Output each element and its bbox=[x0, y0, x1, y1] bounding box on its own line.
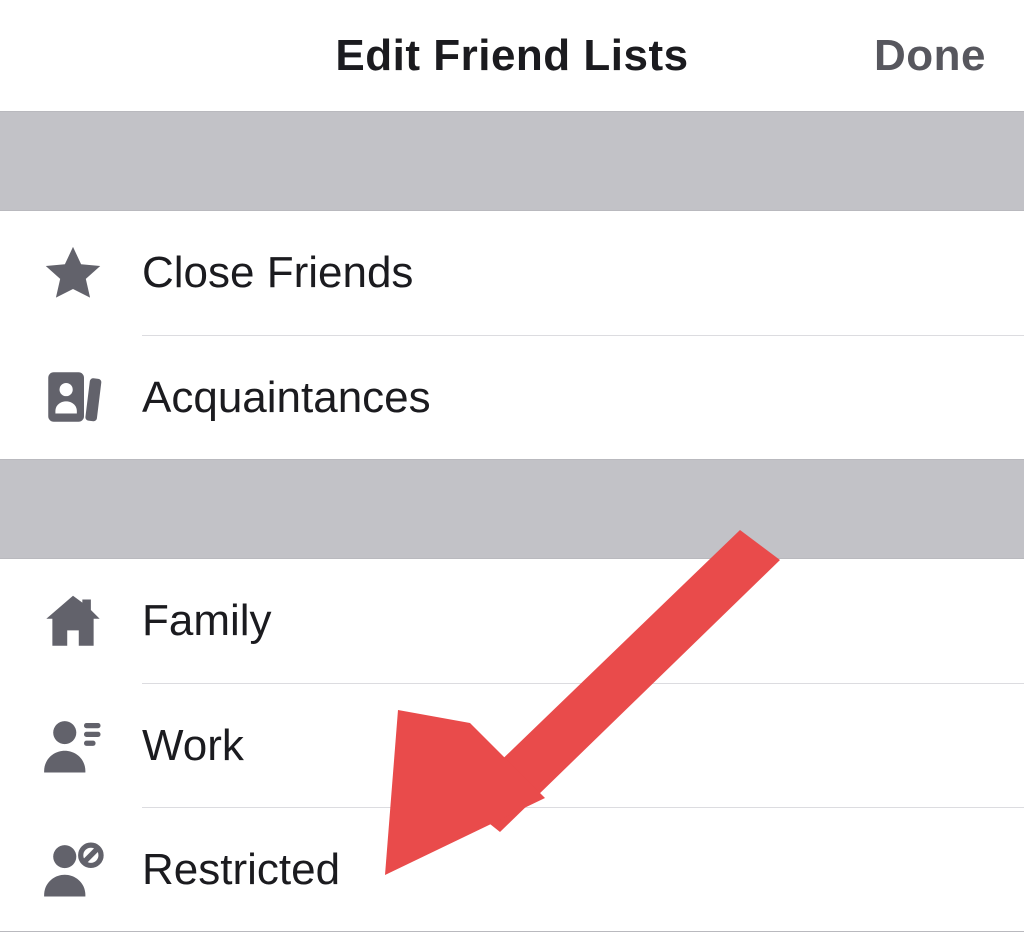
list-item-label: Close Friends bbox=[142, 248, 413, 298]
list-group-1: Close Friends Acquaintances bbox=[0, 210, 1024, 460]
spacer bbox=[0, 112, 1024, 210]
list-item-label: Work bbox=[142, 721, 244, 771]
badge-icon bbox=[40, 364, 106, 430]
list-item-restricted[interactable]: Restricted bbox=[0, 807, 1024, 931]
list-item-label: Acquaintances bbox=[142, 373, 431, 423]
restricted-person-icon bbox=[40, 836, 106, 902]
list-item-family[interactable]: Family bbox=[0, 559, 1024, 683]
work-person-icon bbox=[40, 712, 106, 778]
list-item-label: Restricted bbox=[142, 845, 340, 895]
home-icon bbox=[40, 588, 106, 654]
page-title: Edit Friend Lists bbox=[335, 31, 688, 81]
spacer bbox=[0, 460, 1024, 558]
done-button[interactable]: Done bbox=[874, 31, 986, 81]
header: Edit Friend Lists Done bbox=[0, 0, 1024, 112]
list-group-2: Family Work bbox=[0, 558, 1024, 932]
bottom-fill bbox=[0, 932, 1024, 939]
list-item-work[interactable]: Work bbox=[0, 683, 1024, 807]
list-item-acquaintances[interactable]: Acquaintances bbox=[0, 335, 1024, 459]
list-item-close-friends[interactable]: Close Friends bbox=[0, 211, 1024, 335]
list-item-label: Family bbox=[142, 596, 272, 646]
star-icon bbox=[40, 240, 106, 306]
